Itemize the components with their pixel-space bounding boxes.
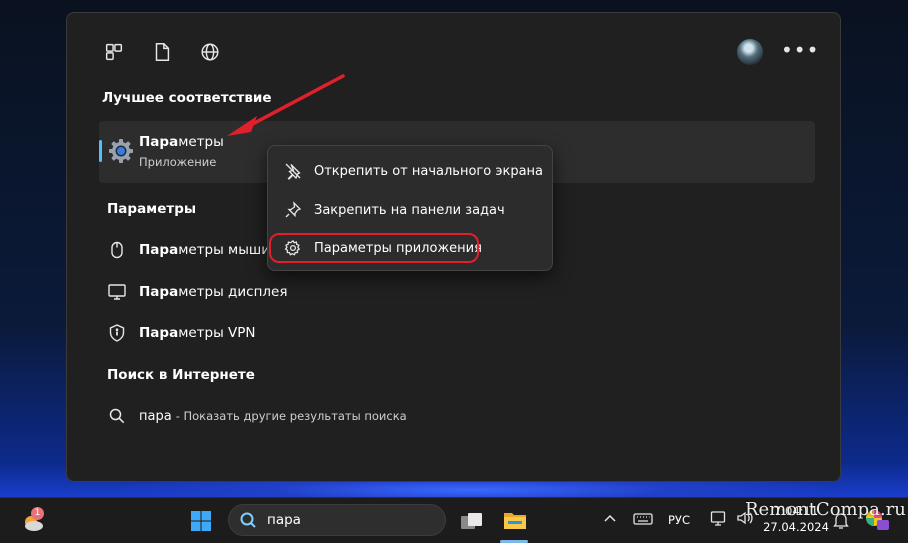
shield-icon — [107, 323, 127, 343]
unpin-icon — [284, 162, 302, 180]
search-icon — [107, 406, 127, 426]
file-explorer-icon[interactable] — [502, 508, 528, 532]
user-avatar[interactable] — [737, 39, 763, 65]
selection-indicator — [99, 140, 102, 162]
result-label: Параметры мыши — [139, 242, 271, 258]
menu-item-pin-taskbar[interactable]: Закрепить на панели задач — [276, 194, 544, 226]
settings-app-icon — [107, 137, 135, 165]
more-options-icon[interactable]: ••• — [781, 40, 818, 63]
annotation-highlight-box — [269, 233, 479, 263]
windows-start-icon[interactable] — [190, 510, 212, 532]
web-query: пара — [139, 408, 172, 424]
web-search-title: Поиск в Интернете — [107, 367, 255, 383]
search-text: пара — [267, 512, 301, 528]
network-icon[interactable] — [710, 510, 728, 528]
display-icon — [107, 282, 127, 302]
web-search-result[interactable]: пара - Показать другие результаты поиска — [107, 401, 797, 431]
apps-icon[interactable] — [103, 41, 127, 65]
watermark: RemontCompa.ru — [745, 499, 906, 520]
result-label: Параметры VPN — [139, 325, 256, 341]
result-display-settings[interactable]: Параметры дисплея — [107, 277, 797, 307]
chevron-up-icon[interactable] — [603, 511, 617, 525]
task-view-icon[interactable] — [459, 510, 485, 532]
weather-widget[interactable]: 1 — [20, 507, 46, 533]
menu-item-unpin-start[interactable]: Открепить от начального экрана — [276, 155, 544, 187]
best-match-subtitle: Приложение — [139, 155, 217, 169]
globe-icon[interactable] — [199, 41, 223, 65]
menu-item-label: Закрепить на панели задач — [314, 202, 505, 218]
weather-badge: 1 — [31, 507, 44, 520]
pin-icon — [284, 201, 302, 219]
web-query-hint: - Показать другие результаты поиска — [175, 409, 407, 423]
keyboard-icon[interactable] — [633, 511, 653, 527]
result-label: Параметры дисплея — [139, 284, 288, 300]
result-vpn-settings[interactable]: Параметры VPN — [107, 318, 797, 348]
clock-date: 27.04.2024 — [763, 520, 829, 534]
mouse-icon — [107, 240, 127, 260]
search-icon — [239, 511, 257, 529]
context-menu: Открепить от начального экрана Закрепить… — [267, 145, 553, 271]
language-indicator[interactable]: РУС — [668, 513, 690, 527]
annotation-arrow — [227, 74, 345, 136]
taskbar-search-input[interactable]: пара — [228, 504, 446, 536]
document-icon[interactable] — [151, 41, 175, 65]
best-match-name: Параметры — [139, 134, 224, 150]
menu-item-label: Открепить от начального экрана — [314, 163, 544, 179]
settings-section-title: Параметры — [107, 201, 197, 217]
